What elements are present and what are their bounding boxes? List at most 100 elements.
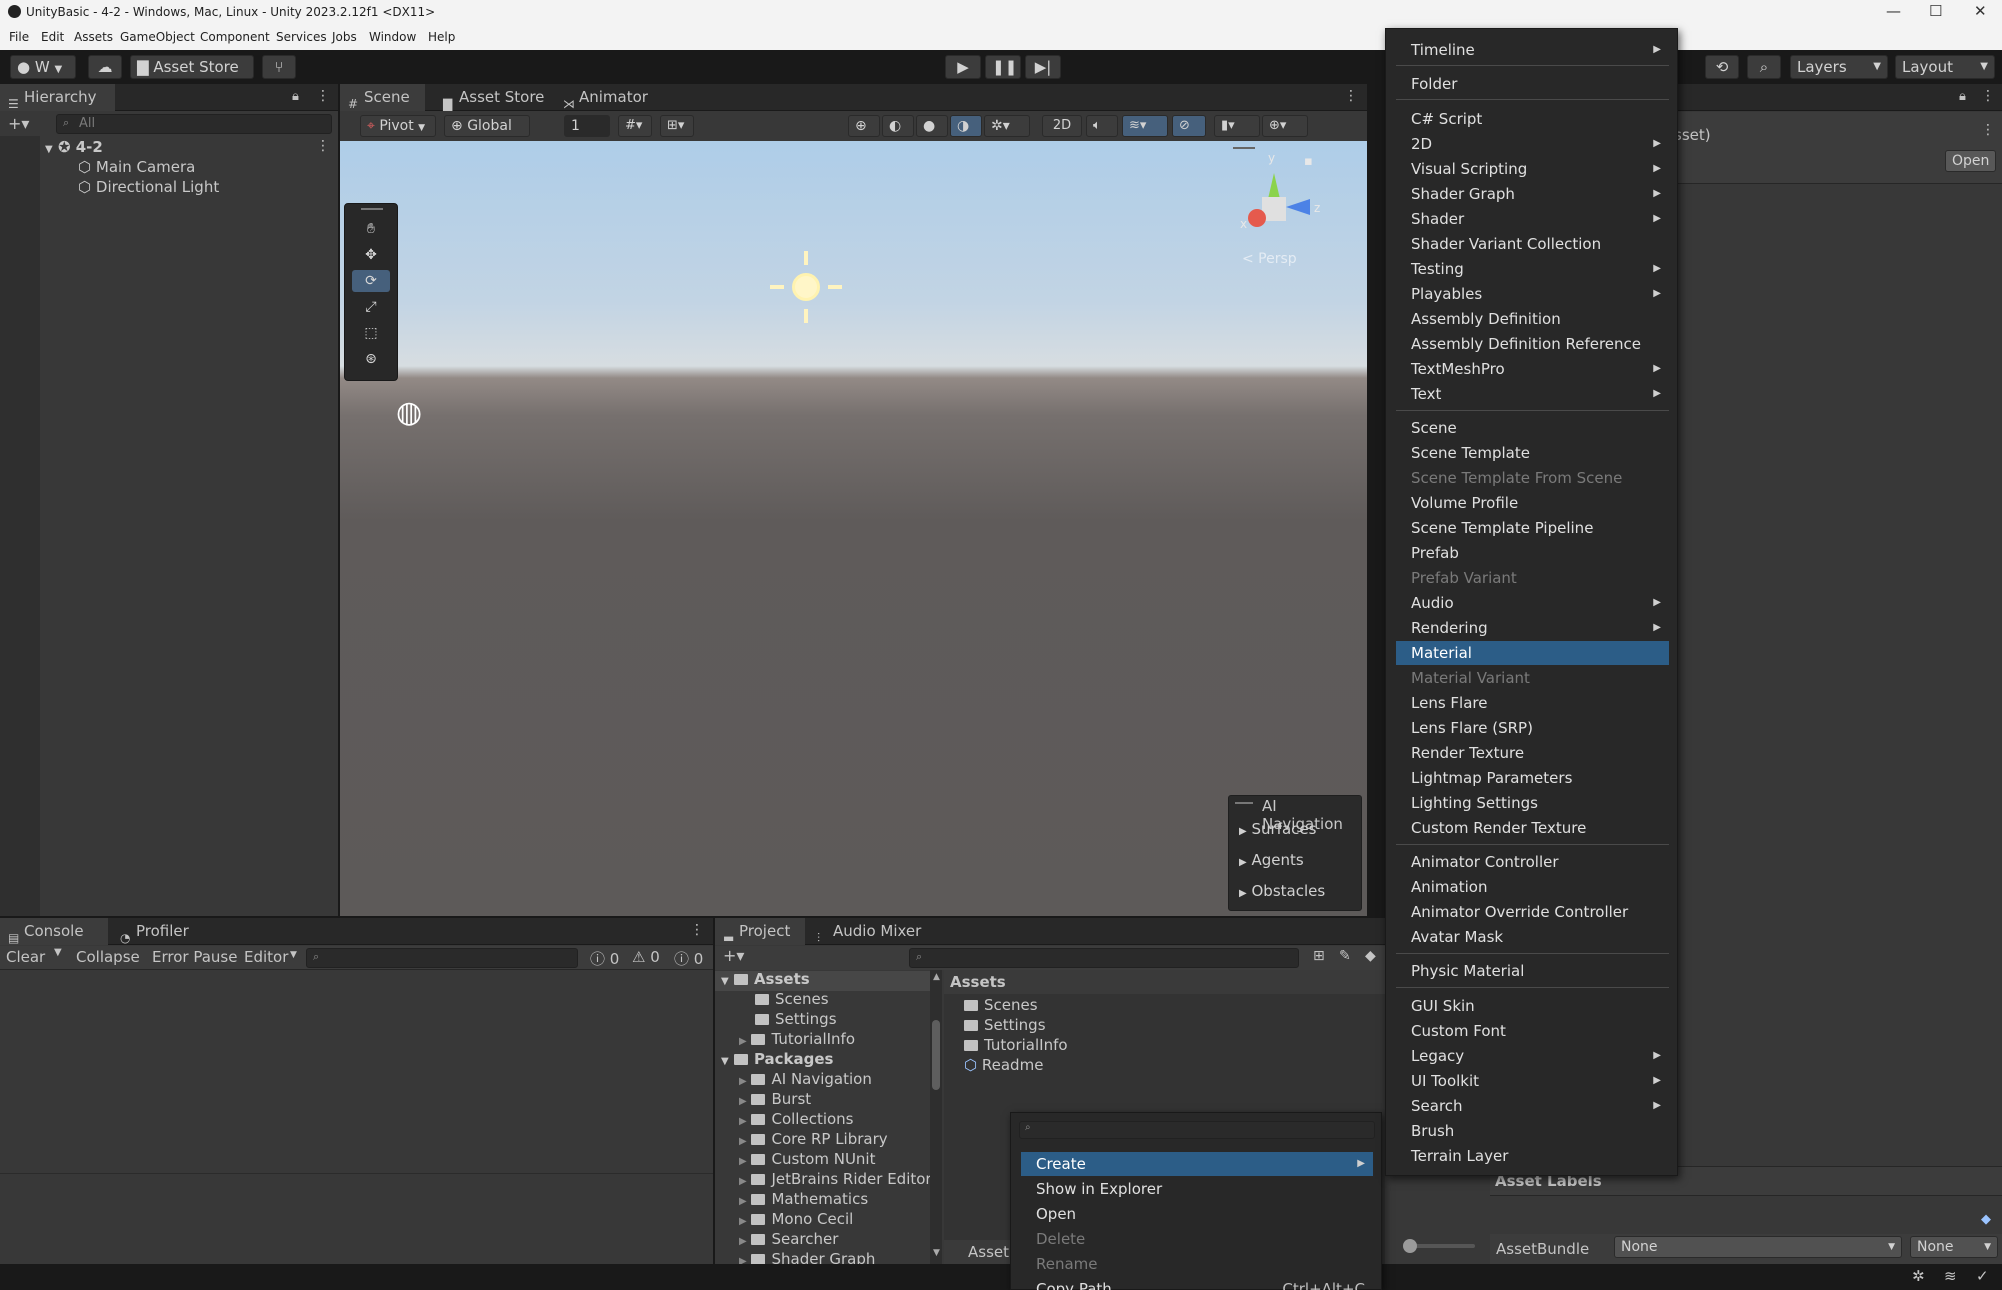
asset-store-button[interactable]: ▇ Asset Store ▼ [130,55,254,97]
warning-count-toggle[interactable]: ⚠ 0 [632,948,660,966]
create-render-texture[interactable]: Render Texture [1396,741,1669,765]
search-by-type-icon[interactable]: ⊞ [1313,948,1325,964]
context-menu-create[interactable]: Create ▶ [1021,1152,1373,1176]
version-control-button[interactable]: ⑂ [262,55,296,79]
asset-bundle-dropdown[interactable]: None ▼ [1614,1236,1902,1258]
error-count-toggle[interactable]: ⓘ 0 [674,948,703,969]
preview-size-slider[interactable] [1403,1239,1475,1253]
tab-audio-mixer[interactable]: ⫶ Audio Mixer [809,918,929,945]
context-menu-copy-path[interactable]: Copy Path Ctrl+Alt+C [1021,1277,1373,1290]
create-gui-skin[interactable]: GUI Skin [1396,994,1669,1018]
file-item-readme[interactable]: ⬡ Readme [964,1056,1043,1074]
menu-edit[interactable]: Edit [41,30,64,44]
auto-generate-lighting-icon[interactable]: ✓ [1976,1267,1989,1285]
shaded-button[interactable]: ● [916,115,948,137]
layout-dropdown[interactable]: Layout ▼ [1895,55,1995,79]
tab-animator[interactable]: ⋊ Animator [555,84,655,111]
tree-item-tutorialinfo[interactable]: ▶ TutorialInfo [739,1030,855,1048]
scene-root-item[interactable]: ▼ ✪ 4-2 [45,138,103,156]
info-count-toggle[interactable]: ⓘ 0 [590,948,619,969]
tree-package-item[interactable]: ▶ Mathematics [739,1190,868,1208]
hierarchy-search-input[interactable]: ⌕ All [56,114,332,134]
create-animator-controller[interactable]: Animator Controller [1396,850,1669,874]
search-by-label-icon[interactable]: ✎ [1339,948,1351,964]
debug-mode-icon[interactable]: ✲ [1912,1267,1925,1285]
minimize-button[interactable]: — [1886,2,1901,20]
clear-button[interactable]: Clear [6,948,45,966]
tab-project[interactable]: ▬ Project [715,918,805,945]
directional-light-sun-icon[interactable] [770,251,842,323]
grid-snap-value-input[interactable]: 1 [564,115,610,137]
tree-package-item[interactable]: ▶ Core RP Library [739,1130,888,1148]
tree-package-item[interactable]: ▶ JetBrains Rider Editor [739,1170,930,1188]
create-visual-scripting[interactable]: Visual Scripting ▶ [1396,157,1669,181]
create-lighting-settings[interactable]: Lighting Settings [1396,791,1669,815]
create-assembly-definition-reference[interactable]: Assembly Definition Reference [1396,332,1669,356]
create-scene-template[interactable]: Scene Template [1396,441,1669,465]
collapse-toggle[interactable]: Collapse [76,948,140,966]
tree-package-item[interactable]: ▶ Searcher [739,1230,838,1248]
menu-assets[interactable]: Assets [74,30,113,44]
menu-component[interactable]: Component [200,30,270,44]
create-assembly-definition[interactable]: Assembly Definition [1396,307,1669,331]
create-csharp-script[interactable]: C# Script [1396,107,1669,131]
tree-package-item[interactable]: ▶ Custom NUnit [739,1150,875,1168]
more-options-icon[interactable]: ⋮ [1981,88,1995,104]
2d-mode-toggle[interactable]: 2D [1042,115,1082,137]
file-item-scenes[interactable]: Scenes [964,996,1038,1014]
audio-toggle[interactable]: 🔈︎ [1086,115,1118,137]
create-brush[interactable]: Brush [1396,1119,1669,1143]
play-button[interactable]: ▶ [945,55,981,79]
more-options-icon[interactable]: ⋮ [316,138,330,154]
create-text[interactable]: Text ▶ [1396,382,1669,406]
tree-package-item[interactable]: ▶ Burst [739,1090,811,1108]
shaded-wireframe-button[interactable]: ◐ [882,115,914,137]
tree-item-settings[interactable]: Settings [755,1010,837,1028]
console-search-input[interactable]: ⌕ [306,948,578,968]
more-options-icon[interactable]: ⋮ [316,88,330,104]
context-menu-search-input[interactable]: ⌕ [1019,1121,1375,1139]
menu-gameobject[interactable]: GameObject [120,30,195,44]
create-testing[interactable]: Testing ▶ [1396,257,1669,281]
more-options-icon[interactable]: ⋮ [1981,122,1995,138]
create-textmeshpro[interactable]: TextMeshPro ▶ [1396,357,1669,381]
orientation-gizmo[interactable]: ▪ y x z < Persp [1240,151,1350,271]
tab-asset-store[interactable]: ▇ Asset Store [435,84,550,111]
pause-button[interactable]: ❚❚ [985,55,1021,79]
ai-nav-surfaces[interactable]: ▶ Surfaces [1239,820,1316,838]
maximize-button[interactable]: ☐ [1929,2,1942,20]
tree-package-item[interactable]: ▶ AI Navigation [739,1070,872,1088]
create-legacy[interactable]: Legacy ▶ [1396,1044,1669,1068]
lock-icon[interactable]: 🔒︎ [292,89,299,104]
global-dropdown[interactable]: ⊕ Global ▼ [444,115,530,153]
scene-viewport[interactable]: ✋︎ ✥ ⟳ ⤢ ⬚ ⊛ ◍ ▪ y x z < Persp AI Naviga… [340,141,1367,916]
projection-label[interactable]: < Persp [1242,251,1297,267]
clear-options-dropdown[interactable]: ▼ [54,947,62,958]
create-search[interactable]: Search ▶ [1396,1094,1669,1118]
tree-package-item[interactable]: ▶ Mono Cecil [739,1210,853,1228]
tab-console[interactable]: ▤ Console [0,918,108,945]
create-2d[interactable]: 2D ▶ [1396,132,1669,156]
lock-icon[interactable]: 🔒︎ [1959,89,1966,104]
create-playables[interactable]: Playables ▶ [1396,282,1669,306]
cloud-button[interactable]: ☁ [88,55,122,79]
main-camera-gizmo-icon[interactable]: ◍ [396,395,422,430]
ai-nav-agents[interactable]: ▶ Agents [1239,851,1304,869]
menu-window[interactable]: Window [369,30,416,44]
rect-tool-button[interactable]: ⬚ [352,322,390,344]
account-button[interactable]: ● W ▼ [10,55,76,79]
step-button[interactable]: ▶| [1025,55,1061,79]
create-terrain-layer[interactable]: Terrain Layer [1396,1144,1669,1168]
pivot-dropdown[interactable]: ⌖ Pivot ▼ [360,115,436,137]
tree-item-scenes[interactable]: Scenes [755,990,829,1008]
add-icon[interactable]: +▾ [723,946,744,965]
scene-visibility-toggle[interactable]: ⊘ [1172,115,1206,137]
breadcrumb[interactable]: Assets [944,970,1385,994]
menu-file[interactable]: File [9,30,29,44]
tab-scene[interactable]: # Scene [340,84,425,111]
console-divider[interactable] [0,1173,713,1174]
drag-handle[interactable] [361,208,383,210]
hierarchy-item-directional-light[interactable]: ⬡ Directional Light [78,178,219,196]
file-item-tutorialinfo[interactable]: TutorialInfo [964,1036,1068,1054]
create-ui-toolkit[interactable]: UI Toolkit ▶ [1396,1069,1669,1093]
